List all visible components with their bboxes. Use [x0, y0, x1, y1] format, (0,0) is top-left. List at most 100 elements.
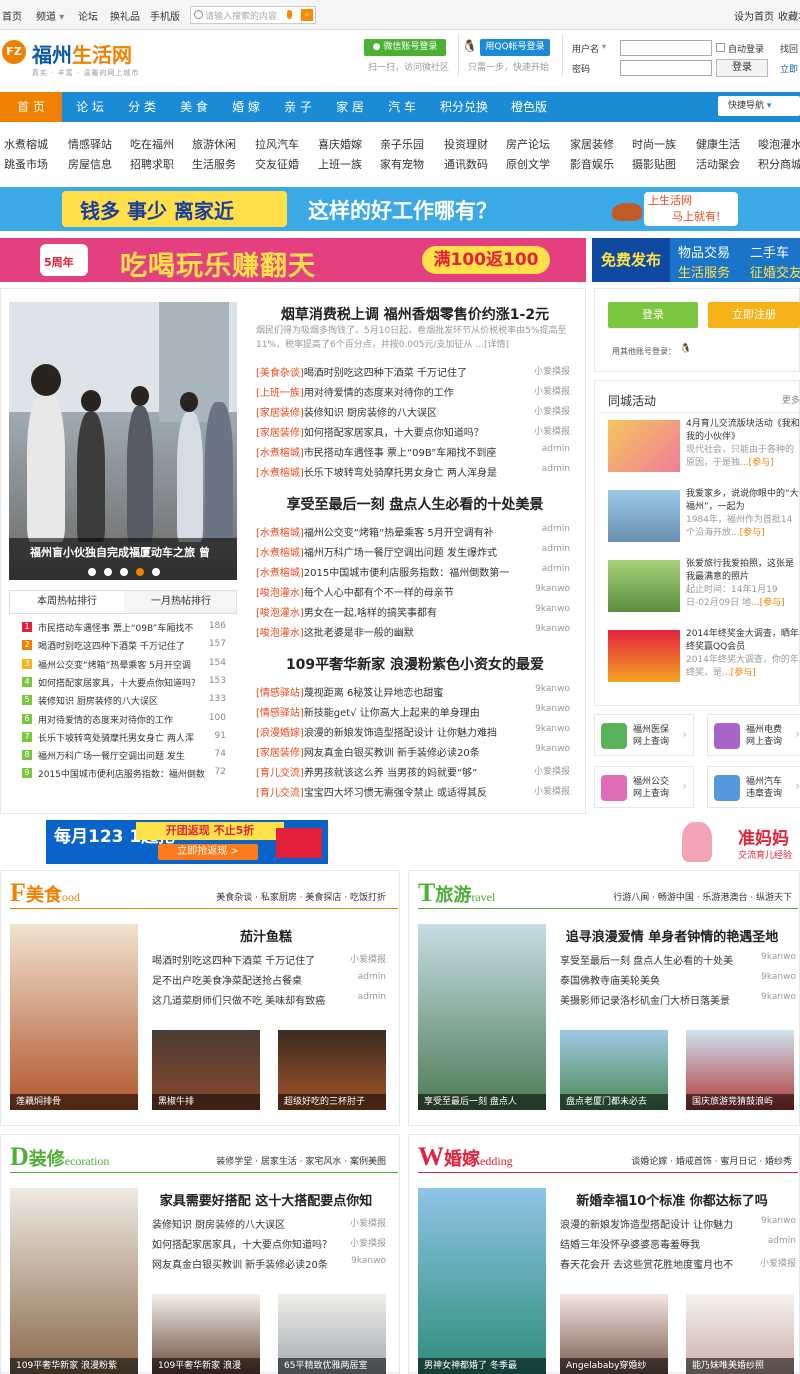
- item-title[interactable]: 用对待爱情的态度来对待你的工作: [304, 388, 454, 398]
- item-title[interactable]: 享受至最后一刻 盘点人生必看的十处美: [560, 956, 733, 966]
- item-author[interactable]: 9kanwo: [761, 972, 796, 982]
- chevron-down-icon[interactable]: ▾: [602, 42, 606, 51]
- item-author[interactable]: 9kanwo: [761, 1216, 796, 1226]
- item-title[interactable]: 这批老婆是非一般的幽默: [304, 628, 414, 638]
- section-links[interactable]: 谈婚论嫁 · 婚戒首饰 · 蜜月日记 · 婚纱秀: [631, 1154, 792, 1167]
- section-thumb[interactable]: 109平奢华新家 浪漫: [152, 1294, 260, 1374]
- event-thumbnail[interactable]: [608, 630, 680, 682]
- item-author[interactable]: 9kanwo: [535, 724, 570, 734]
- sublink[interactable]: 水煮榕城: [4, 136, 48, 152]
- hot-item-title[interactable]: 福州万科广场一餐厅空调出问题 发生: [38, 749, 185, 762]
- section-list-item[interactable]: 网友真金白银买教训 新手装修必读20条 9kanwo: [152, 1256, 386, 1270]
- nav-orange[interactable]: 橙色版: [498, 92, 560, 122]
- item-tag[interactable]: [唆泡灌水]: [256, 588, 304, 598]
- section-headline[interactable]: 茄汁鱼糕: [146, 926, 386, 945]
- item-title[interactable]: 喝酒时别吃这四种下酒菜 千万记住了: [304, 368, 467, 378]
- section-headline[interactable]: 家具需要好搭配 这十大搭配要点你知: [146, 1190, 386, 1209]
- item-author[interactable]: admin: [542, 524, 570, 534]
- item-tag[interactable]: [水煮榕城]: [256, 468, 304, 478]
- item-tag[interactable]: [唆泡灌水]: [256, 628, 304, 638]
- hot-item-title[interactable]: 福州公交变“烤箱”热晕乘客 5月开空调: [38, 658, 191, 671]
- hot-item-title[interactable]: 喝酒时别吃这四种下酒菜 千万记住了: [38, 639, 185, 652]
- item-author[interactable]: 小爱摸报: [534, 404, 570, 417]
- item-author[interactable]: 小爱摸报: [350, 1216, 386, 1229]
- item-tag[interactable]: [育儿交流]: [256, 788, 304, 798]
- item-title[interactable]: 结婚三年没怀孕婆婆恶毒羞辱我: [560, 1240, 700, 1250]
- event-join-link[interactable]: ...[参与]: [740, 458, 774, 468]
- section-list-item[interactable]: 泰国佛教寺庙美轮美奂 9kanwo: [560, 972, 796, 986]
- section-title[interactable]: W婚嫁edding: [418, 1142, 513, 1172]
- sublink[interactable]: 影音娱乐: [570, 156, 614, 172]
- item-title[interactable]: 网友真金白银买教训 新手装修必读20条: [304, 748, 480, 758]
- list-item[interactable]: [唆泡灌水]这批老婆是非一般的幽默 9kanwo: [256, 624, 574, 638]
- item-tag[interactable]: [育儿交流]: [256, 768, 304, 778]
- login-button[interactable]: 登录: [716, 59, 768, 77]
- username-field[interactable]: [620, 40, 712, 56]
- sublink[interactable]: 招聘求职: [130, 156, 174, 172]
- tab-week-hot[interactable]: 本周热帖排行: [10, 591, 124, 613]
- section-thumb[interactable]: 能乃妹唯美婚纱照: [686, 1294, 794, 1374]
- list-item[interactable]: [家居装修]网友真金白银买教训 新手装修必读20条 9kanwo: [256, 744, 574, 758]
- headline-1[interactable]: 烟草消费税上调 福州香烟零售价约涨1-2元: [248, 304, 582, 324]
- photo-caption[interactable]: 莲藕焖排骨: [10, 1094, 138, 1110]
- item-title[interactable]: 装修知识 厨房装修的八大误区: [304, 408, 437, 418]
- search-box[interactable]: 请输入搜索的内容 ⌕: [190, 6, 316, 24]
- event-join-link[interactable]: ...[参与]: [722, 668, 756, 678]
- section-list-item[interactable]: 足不出户吃美食净菜配送抢占餐桌 admin: [152, 972, 386, 986]
- event-item[interactable]: 张爱旅行我爱拍照，这张是我最满意的照片 起止时间：14年1月19日-02月09日 …: [686, 558, 800, 610]
- search-input[interactable]: 请输入搜索的内容: [205, 9, 277, 22]
- top-link-mobile[interactable]: 手机版: [150, 8, 180, 23]
- quick-nav-button[interactable]: 快捷导航 ▾: [718, 96, 800, 116]
- sublink[interactable]: 交友征婚: [255, 156, 299, 172]
- section-thumb[interactable]: 盘点老厦门都未必去: [560, 1030, 668, 1110]
- item-title[interactable]: 新技能get√ 让你高大上起来的单身理由: [304, 708, 480, 718]
- event-title[interactable]: 张爱旅行我爱拍照，这张是我最满意的照片: [686, 559, 794, 582]
- item-tag[interactable]: [水煮榕城]: [256, 548, 304, 558]
- event-thumbnail[interactable]: [608, 560, 680, 612]
- item-author[interactable]: admin: [542, 444, 570, 454]
- event-item[interactable]: 2014年终奖金大调查，晒年终奖赢QQ会员 2014年终奖大调查，你的年终奖，是.…: [686, 628, 800, 680]
- event-item[interactable]: 我爱家乡，说说你眼中的“大福州”，一起为 1984年，福州作为首批14个沿海开放.…: [686, 488, 800, 540]
- slideshow-caption[interactable]: 福州盲小伙独自完成福厦动车之旅 曾: [30, 544, 210, 560]
- sublink[interactable]: 投资理财: [444, 136, 488, 152]
- section-thumb[interactable]: 国庆旅游竞猜鼓浪屿: [686, 1030, 794, 1110]
- register-link[interactable]: 立即: [780, 62, 798, 75]
- nav-points[interactable]: 积分兑换: [430, 92, 498, 122]
- nav-food[interactable]: 美 食: [166, 92, 222, 122]
- hot-item-title[interactable]: 2015中国城市便利店服务指数：福州倒数: [38, 767, 205, 780]
- section-list-item[interactable]: 浪漫的新娘发饰造型搭配设计 让你魅力 9kanwo: [560, 1216, 796, 1230]
- qq-icon[interactable]: 🐧: [680, 344, 691, 354]
- hot-item-title[interactable]: 用对待爱情的态度来对待你的工作: [38, 713, 173, 726]
- service-1[interactable]: 福州电费 网上查询 ›: [707, 714, 800, 756]
- sublink[interactable]: 上班一族: [318, 156, 362, 172]
- photo-caption[interactable]: 超级好吃的三杯肘子: [278, 1094, 386, 1110]
- item-author[interactable]: 小爱摸报: [534, 384, 570, 397]
- sublink[interactable]: 拉风汽车: [255, 136, 299, 152]
- item-author[interactable]: 小爱摸报: [350, 952, 386, 965]
- section-thumb[interactable]: 黑椒牛排: [152, 1030, 260, 1110]
- hot-item-title[interactable]: 装修知识 厨房装修的八大误区: [38, 694, 158, 707]
- item-author[interactable]: 9kanwo: [535, 624, 570, 634]
- list-item[interactable]: [唆泡灌水]男女在一起,啥样的搞笑事都有 9kanwo: [256, 604, 574, 618]
- photo-caption[interactable]: 黑椒牛排: [152, 1094, 260, 1110]
- photo-caption[interactable]: 盘点老厦门都未必去: [560, 1094, 668, 1110]
- item-title[interactable]: 春天花会开 去这些赏花胜地度蜜月也不: [560, 1260, 733, 1270]
- section-list-item[interactable]: 喝酒时别吃这四种下酒菜 千万记住了 小爱摸报: [152, 952, 386, 966]
- item-title[interactable]: 每个人心中都有个不一样的母亲节: [304, 588, 454, 598]
- section-list-item[interactable]: 享受至最后一刻 盘点人生必看的十处美 9kanwo: [560, 952, 796, 966]
- item-tag[interactable]: [水煮榕城]: [256, 448, 304, 458]
- item-author[interactable]: 9kanwo: [535, 604, 570, 614]
- hot-item-title[interactable]: 如何搭配家居家具，十大要点你知道吗？: [38, 676, 200, 689]
- item-title[interactable]: 养男孩就该这么养 当男孩的妈就要“够”: [304, 768, 478, 778]
- item-title[interactable]: 如何搭配家居家具，十大要点你知道吗？: [152, 1240, 332, 1250]
- item-title[interactable]: 浪漫的新娘发饰造型搭配设计 让你魅力难挡: [304, 728, 497, 738]
- slide-dot[interactable]: [104, 568, 112, 576]
- item-tag[interactable]: [水煮榕城]: [256, 528, 304, 538]
- nav-home[interactable]: 首 页: [0, 92, 62, 122]
- item-tag[interactable]: [情感驿站]: [256, 708, 304, 718]
- top-link-gift[interactable]: 换礼品: [110, 8, 140, 23]
- sublink[interactable]: 原创文学: [506, 156, 550, 172]
- section-list-item[interactable]: 这几道菜厨师们只做不吃 美味却有致癌 admin: [152, 992, 386, 1006]
- section-headline[interactable]: 新婚幸福10个标准 你都达标了吗: [554, 1190, 790, 1209]
- section-links[interactable]: 美食杂谈 · 私家厨房 · 美食探店 · 吃饭打折: [216, 890, 386, 903]
